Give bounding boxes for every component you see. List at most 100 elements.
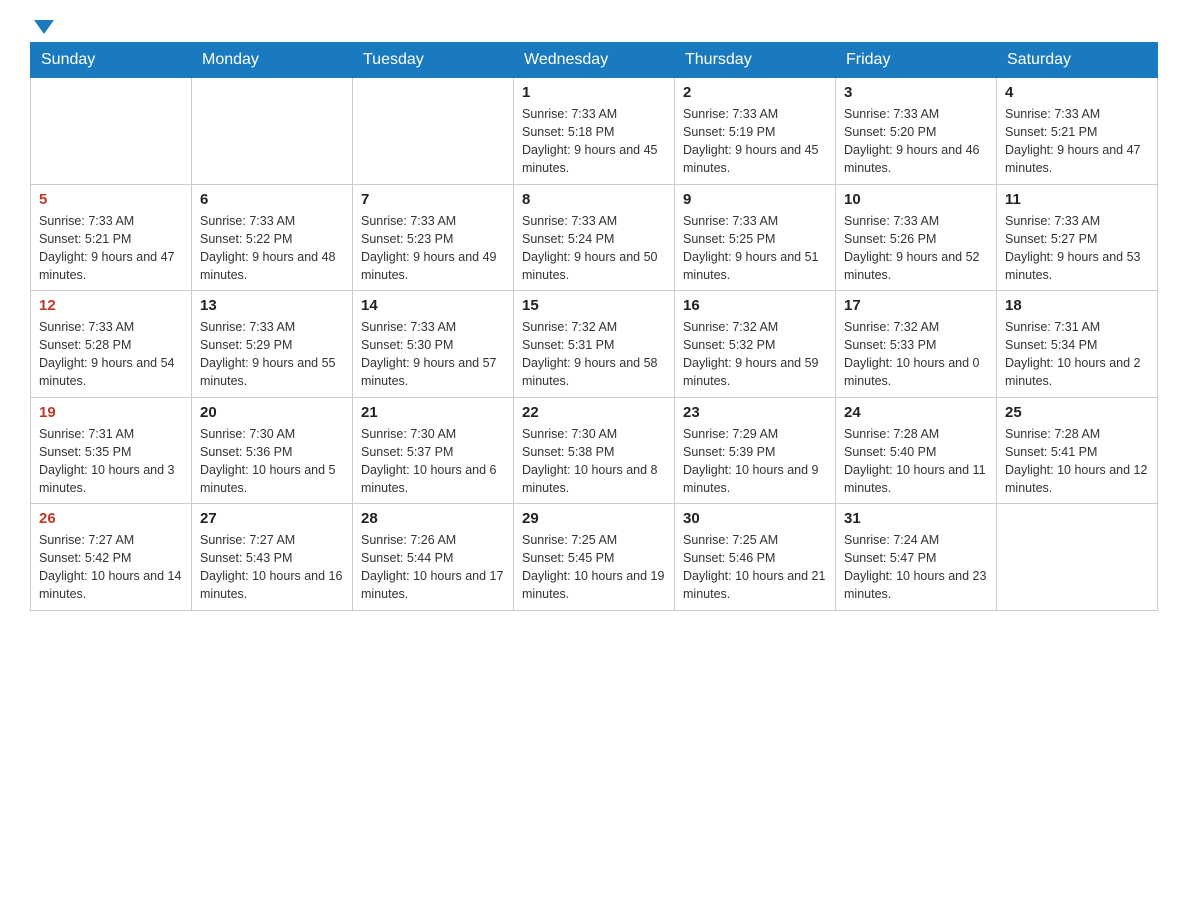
day-number: 13 bbox=[200, 297, 344, 314]
calendar-day-cell: 9 Sunrise: 7:33 AM Sunset: 5:25 PM Daylig… bbox=[675, 184, 836, 291]
day-number: 2 bbox=[683, 84, 827, 101]
calendar-day-cell: 27 Sunrise: 7:27 AM Sunset: 5:43 PM Dayli… bbox=[192, 504, 353, 611]
day-number: 14 bbox=[361, 297, 505, 314]
day-number: 30 bbox=[683, 510, 827, 527]
day-number: 4 bbox=[1005, 84, 1149, 101]
calendar-day-cell: 3Sunrise: 7:33 AM Sunset: 5:20 PM Daylig… bbox=[836, 78, 997, 185]
calendar-header-row: SundayMondayTuesdayWednesdayThursdayFrid… bbox=[31, 43, 1158, 78]
day-info: Sunrise: 7:33 AM Sunset: 5:18 PM Dayligh… bbox=[522, 105, 666, 178]
day-of-week-header: Thursday bbox=[675, 43, 836, 78]
calendar-day-cell: 12 Sunrise: 7:33 AM Sunset: 5:28 PM Dayli… bbox=[31, 291, 192, 398]
calendar-week-row: 12 Sunrise: 7:33 AM Sunset: 5:28 PM Dayli… bbox=[31, 291, 1158, 398]
day-number: 31 bbox=[844, 510, 988, 527]
calendar-day-cell: 7 Sunrise: 7:33 AM Sunset: 5:23 PM Daylig… bbox=[353, 184, 514, 291]
day-info: Sunrise: 7:33 AM Sunset: 5:24 PM Dayligh… bbox=[522, 212, 666, 285]
day-info: Sunrise: 7:26 AM Sunset: 5:44 PM Dayligh… bbox=[361, 531, 505, 604]
day-number: 1 bbox=[522, 84, 666, 101]
day-info: Sunrise: 7:30 AM Sunset: 5:36 PM Dayligh… bbox=[200, 425, 344, 498]
day-info: Sunrise: 7:27 AM Sunset: 5:43 PM Dayligh… bbox=[200, 531, 344, 604]
calendar-day-cell: 15Sunrise: 7:32 AM Sunset: 5:31 PM Dayli… bbox=[514, 291, 675, 398]
day-of-week-header: Monday bbox=[192, 43, 353, 78]
day-number: 19 bbox=[39, 404, 183, 421]
day-info: Sunrise: 7:24 AM Sunset: 5:47 PM Dayligh… bbox=[844, 531, 988, 604]
day-number: 5 bbox=[39, 191, 183, 208]
calendar-week-row: 1 Sunrise: 7:33 AM Sunset: 5:18 PM Daylig… bbox=[31, 78, 1158, 185]
day-number: 8 bbox=[522, 191, 666, 208]
calendar-day-cell bbox=[31, 78, 192, 185]
day-number: 21 bbox=[361, 404, 505, 421]
calendar-day-cell: 30 Sunrise: 7:25 AM Sunset: 5:46 PM Dayli… bbox=[675, 504, 836, 611]
day-info: Sunrise: 7:29 AM Sunset: 5:39 PM Dayligh… bbox=[683, 425, 827, 498]
calendar-day-cell: 5 Sunrise: 7:33 AM Sunset: 5:21 PM Daylig… bbox=[31, 184, 192, 291]
calendar-day-cell: 19 Sunrise: 7:31 AM Sunset: 5:35 PM Dayli… bbox=[31, 397, 192, 504]
day-info: Sunrise: 7:32 AM Sunset: 5:33 PM Dayligh… bbox=[844, 318, 988, 391]
day-number: 9 bbox=[683, 191, 827, 208]
calendar-day-cell: 10Sunrise: 7:33 AM Sunset: 5:26 PM Dayli… bbox=[836, 184, 997, 291]
day-info: Sunrise: 7:33 AM Sunset: 5:28 PM Dayligh… bbox=[39, 318, 183, 391]
day-number: 26 bbox=[39, 510, 183, 527]
day-info: Sunrise: 7:33 AM Sunset: 5:29 PM Dayligh… bbox=[200, 318, 344, 391]
day-number: 18 bbox=[1005, 297, 1149, 314]
day-info: Sunrise: 7:33 AM Sunset: 5:23 PM Dayligh… bbox=[361, 212, 505, 285]
day-info: Sunrise: 7:25 AM Sunset: 5:45 PM Dayligh… bbox=[522, 531, 666, 604]
day-info: Sunrise: 7:31 AM Sunset: 5:35 PM Dayligh… bbox=[39, 425, 183, 498]
calendar-day-cell: 14 Sunrise: 7:33 AM Sunset: 5:30 PM Dayli… bbox=[353, 291, 514, 398]
day-number: 28 bbox=[361, 510, 505, 527]
day-info: Sunrise: 7:33 AM Sunset: 5:22 PM Dayligh… bbox=[200, 212, 344, 285]
calendar-day-cell: 8 Sunrise: 7:33 AM Sunset: 5:24 PM Daylig… bbox=[514, 184, 675, 291]
day-info: Sunrise: 7:32 AM Sunset: 5:32 PM Dayligh… bbox=[683, 318, 827, 391]
day-number: 7 bbox=[361, 191, 505, 208]
day-info: Sunrise: 7:33 AM Sunset: 5:19 PM Dayligh… bbox=[683, 105, 827, 178]
day-info: Sunrise: 7:33 AM Sunset: 5:21 PM Dayligh… bbox=[39, 212, 183, 285]
day-number: 27 bbox=[200, 510, 344, 527]
day-info: Sunrise: 7:33 AM Sunset: 5:30 PM Dayligh… bbox=[361, 318, 505, 391]
calendar-day-cell: 26 Sunrise: 7:27 AM Sunset: 5:42 PM Dayli… bbox=[31, 504, 192, 611]
day-number: 12 bbox=[39, 297, 183, 314]
day-number: 15 bbox=[522, 297, 666, 314]
calendar-day-cell: 4 Sunrise: 7:33 AM Sunset: 5:21 PM Daylig… bbox=[997, 78, 1158, 185]
day-number: 17 bbox=[844, 297, 988, 314]
calendar-day-cell: 11Sunrise: 7:33 AM Sunset: 5:27 PM Dayli… bbox=[997, 184, 1158, 291]
calendar-day-cell: 6 Sunrise: 7:33 AM Sunset: 5:22 PM Daylig… bbox=[192, 184, 353, 291]
calendar-day-cell: 28 Sunrise: 7:26 AM Sunset: 5:44 PM Dayli… bbox=[353, 504, 514, 611]
calendar-day-cell: 16 Sunrise: 7:32 AM Sunset: 5:32 PM Dayli… bbox=[675, 291, 836, 398]
day-info: Sunrise: 7:33 AM Sunset: 5:21 PM Dayligh… bbox=[1005, 105, 1149, 178]
day-info: Sunrise: 7:33 AM Sunset: 5:27 PM Dayligh… bbox=[1005, 212, 1149, 285]
calendar-day-cell: 18 Sunrise: 7:31 AM Sunset: 5:34 PM Dayli… bbox=[997, 291, 1158, 398]
day-info: Sunrise: 7:33 AM Sunset: 5:25 PM Dayligh… bbox=[683, 212, 827, 285]
day-info: Sunrise: 7:31 AM Sunset: 5:34 PM Dayligh… bbox=[1005, 318, 1149, 391]
day-of-week-header: Friday bbox=[836, 43, 997, 78]
day-number: 25 bbox=[1005, 404, 1149, 421]
calendar-day-cell: 1 Sunrise: 7:33 AM Sunset: 5:18 PM Daylig… bbox=[514, 78, 675, 185]
day-number: 24 bbox=[844, 404, 988, 421]
calendar-day-cell: 21 Sunrise: 7:30 AM Sunset: 5:37 PM Dayli… bbox=[353, 397, 514, 504]
day-of-week-header: Wednesday bbox=[514, 43, 675, 78]
day-info: Sunrise: 7:30 AM Sunset: 5:37 PM Dayligh… bbox=[361, 425, 505, 498]
calendar-day-cell: 31 Sunrise: 7:24 AM Sunset: 5:47 PM Dayli… bbox=[836, 504, 997, 611]
calendar-day-cell bbox=[192, 78, 353, 185]
day-number: 16 bbox=[683, 297, 827, 314]
calendar-week-row: 19 Sunrise: 7:31 AM Sunset: 5:35 PM Dayli… bbox=[31, 397, 1158, 504]
day-number: 23 bbox=[683, 404, 827, 421]
calendar-week-row: 26 Sunrise: 7:27 AM Sunset: 5:42 PM Dayli… bbox=[31, 504, 1158, 611]
calendar-day-cell: 13 Sunrise: 7:33 AM Sunset: 5:29 PM Dayli… bbox=[192, 291, 353, 398]
calendar-day-cell: 23 Sunrise: 7:29 AM Sunset: 5:39 PM Dayli… bbox=[675, 397, 836, 504]
day-number: 22 bbox=[522, 404, 666, 421]
calendar-day-cell: 17 Sunrise: 7:32 AM Sunset: 5:33 PM Dayli… bbox=[836, 291, 997, 398]
day-number: 29 bbox=[522, 510, 666, 527]
day-info: Sunrise: 7:33 AM Sunset: 5:26 PM Dayligh… bbox=[844, 212, 988, 285]
calendar-day-cell: 25Sunrise: 7:28 AM Sunset: 5:41 PM Dayli… bbox=[997, 397, 1158, 504]
day-number: 6 bbox=[200, 191, 344, 208]
day-info: Sunrise: 7:27 AM Sunset: 5:42 PM Dayligh… bbox=[39, 531, 183, 604]
day-of-week-header: Sunday bbox=[31, 43, 192, 78]
calendar-week-row: 5 Sunrise: 7:33 AM Sunset: 5:21 PM Daylig… bbox=[31, 184, 1158, 291]
calendar-day-cell: 24 Sunrise: 7:28 AM Sunset: 5:40 PM Dayli… bbox=[836, 397, 997, 504]
day-info: Sunrise: 7:30 AM Sunset: 5:38 PM Dayligh… bbox=[522, 425, 666, 498]
day-of-week-header: Saturday bbox=[997, 43, 1158, 78]
day-info: Sunrise: 7:28 AM Sunset: 5:40 PM Dayligh… bbox=[844, 425, 988, 498]
day-info: Sunrise: 7:25 AM Sunset: 5:46 PM Dayligh… bbox=[683, 531, 827, 604]
calendar-day-cell bbox=[353, 78, 514, 185]
calendar-day-cell: 2 Sunrise: 7:33 AM Sunset: 5:19 PM Daylig… bbox=[675, 78, 836, 185]
page-header bbox=[30, 20, 1158, 34]
logo bbox=[30, 20, 54, 34]
